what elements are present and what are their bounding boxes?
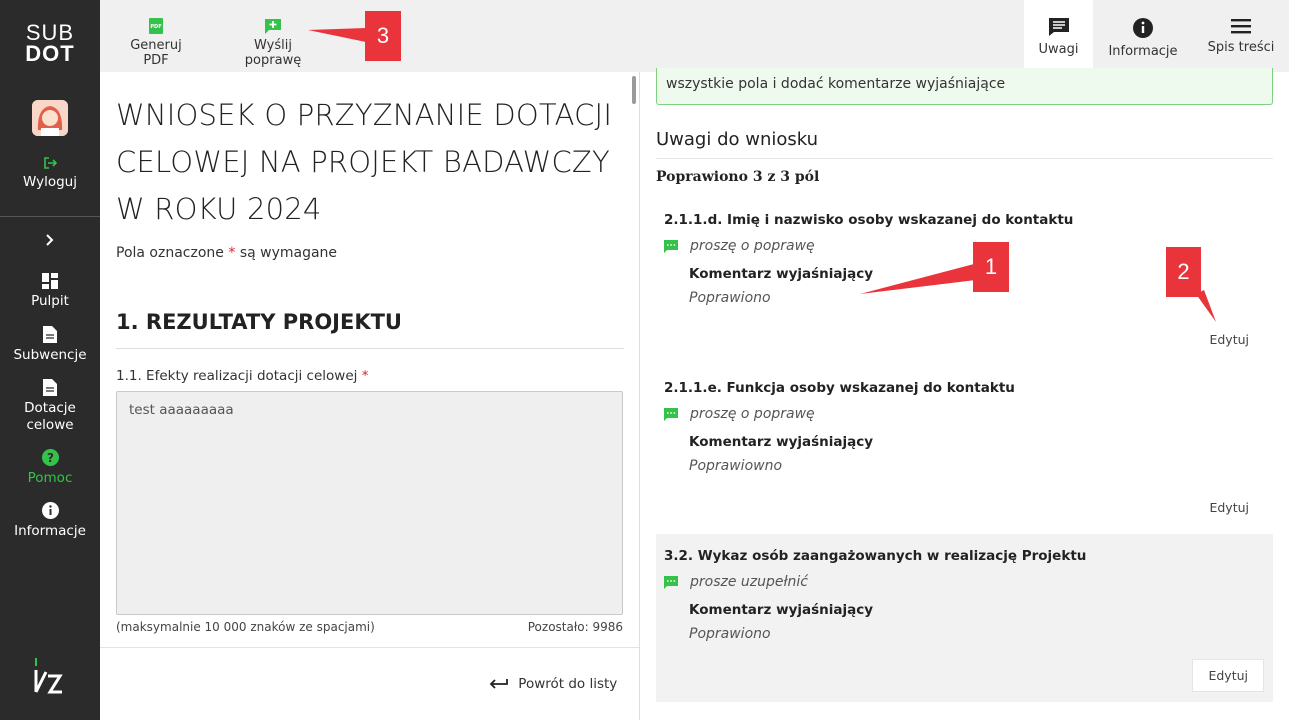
info-icon [1133, 18, 1153, 38]
page-title: WNIOSEK O PRZYZNANIE DOTACJI CELOWEJ NA … [116, 98, 613, 226]
document-pane: WNIOSEK O PRZYZNANIE DOTACJI CELOWEJ NA … [100, 72, 639, 720]
comment-value: Poprawiono [689, 626, 771, 642]
comment-label: Komentarz wyjaśniający [689, 434, 874, 450]
avatar-image [32, 100, 68, 136]
document-icon [43, 379, 57, 396]
back-to-list-link[interactable]: Powrót do listy [488, 676, 617, 692]
remark-status-text: proszę o poprawę [690, 238, 815, 254]
comment-value: Poprawiowno [689, 458, 783, 474]
sidebar-item-label: Informacje [14, 523, 86, 539]
logout-button[interactable]: Wyloguj [0, 156, 100, 191]
remark-status: proszę o poprawę [664, 238, 815, 254]
sidebar-item-pulpit[interactable]: Pulpit [0, 273, 100, 310]
comment-label: Komentarz wyjaśniający [689, 602, 874, 618]
remarks-pane: wszystkie pola i dodać komentarze wyjaśn… [640, 68, 1289, 720]
pdf-icon: PDF [149, 18, 163, 34]
edit-button[interactable]: Edytuj [1192, 659, 1264, 692]
sidebar-item-label: Subwencje [13, 347, 87, 363]
send-correction-button[interactable]: Wyślij poprawę [226, 18, 320, 68]
add-comment-icon [265, 19, 281, 34]
generate-pdf-button[interactable]: PDF Generuj PDF [116, 18, 196, 68]
dashboard-icon [42, 273, 58, 289]
remark-status: prosze uzupełnić [664, 574, 808, 590]
callout-2: 2 [1166, 247, 1201, 297]
tab-label: Spis treści [1207, 40, 1275, 55]
logo-line-1: SUB [25, 20, 75, 45]
footer-divider [100, 647, 639, 648]
required-note: Pola oznaczone * są wymagane [116, 245, 337, 261]
required-star: * [228, 245, 236, 261]
sidebar-item-subwencje[interactable]: Subwencje [0, 326, 100, 364]
sidebar-divider [0, 216, 100, 217]
info-alert: wszystkie pola i dodać komentarze wyjaśn… [656, 68, 1273, 105]
chat-icon [664, 407, 678, 421]
remark-field: 2.1.1.e. Funkcja osoby wskazanej do kont… [664, 380, 1015, 396]
sidebar-item-label: Dotacje celowe [24, 400, 76, 433]
char-remaining: Pozostało: 9986 [527, 620, 623, 634]
remarks-summary: Poprawiono 3 z 3 pól [656, 169, 820, 185]
tab-uwagi[interactable]: Uwagi [1024, 0, 1093, 72]
sidebar-item-pomoc[interactable]: ? Pomoc [0, 449, 100, 487]
help-icon: ? [41, 449, 59, 466]
edit-button[interactable]: Edytuj [1194, 324, 1264, 355]
sidebar-item-label: Pulpit [31, 293, 69, 309]
logout-label: Wyloguj [23, 174, 77, 190]
field-label-text: 1.1. Efekty realizacji dotacji celowej [116, 368, 358, 384]
avatar[interactable] [32, 100, 68, 136]
comment-label: Komentarz wyjaśniający [689, 266, 874, 282]
comment-value: Poprawiono [689, 290, 771, 306]
arrow-back-icon [489, 679, 508, 689]
brand-logo [34, 658, 63, 694]
tab-spis-tresci[interactable]: Spis treści [1203, 0, 1279, 72]
remark-status: proszę o poprawę [664, 406, 815, 422]
remark-status-text: prosze uzupełnić [690, 574, 808, 590]
section-title: 1. REZULTATY PROJEKTU [116, 310, 402, 334]
required-note-pre: Pola oznaczone [116, 245, 224, 261]
tab-label: Informacje [1108, 44, 1178, 59]
remark-field: 2.1.1.d. Imię i nazwisko osoby wskazanej… [664, 212, 1074, 228]
section-divider [116, 348, 624, 349]
char-limit-hint: (maksymalnie 10 000 znaków ze spacjami) [116, 620, 375, 634]
back-to-list-label: Powrót do listy [518, 676, 618, 692]
effects-textarea[interactable]: test aaaaaaaaa [116, 391, 623, 615]
chevron-right-icon [46, 234, 54, 246]
remarks-title: Uwagi do wniosku [656, 129, 819, 150]
send-correction-label: Wyślij poprawę [244, 38, 302, 68]
required-note-post: są wymagane [239, 245, 338, 261]
remark-field: 3.2. Wykaz osób zaangażowanych w realiza… [664, 548, 1087, 564]
sidebar: SUB DOT Wyloguj Pulpit Subwencje Dotacje… [0, 0, 100, 720]
toolbar: PDF Generuj PDF Wyślij poprawę Uwagi Inf… [100, 0, 1289, 72]
chat-icon [664, 575, 678, 589]
svg-text:PDF: PDF [150, 24, 161, 30]
scrollbar[interactable] [632, 76, 636, 104]
sidebar-item-dotacje-celowe[interactable]: Dotacje celowe [0, 379, 100, 434]
svg-text:?: ? [47, 451, 54, 465]
callout-1: 1 [973, 242, 1009, 292]
remarks-divider [656, 158, 1273, 159]
remark-status-text: proszę o poprawę [690, 406, 815, 422]
sidebar-expand-button[interactable] [0, 233, 100, 251]
callout-3: 3 [365, 11, 401, 61]
tab-informacje[interactable]: Informacje [1103, 0, 1183, 72]
required-star: * [361, 368, 369, 384]
logout-icon [44, 157, 57, 169]
field-label: 1.1. Efekty realizacji dotacji celowej * [116, 368, 368, 384]
edit-button[interactable]: Edytuj [1194, 492, 1264, 523]
info-icon [41, 502, 59, 519]
generate-pdf-label: Generuj PDF [130, 38, 182, 68]
remark-card: 2.1.1.e. Funkcja osoby wskazanej do kont… [656, 366, 1273, 526]
menu-icon [1231, 19, 1251, 34]
document-icon [43, 326, 57, 343]
tab-label: Uwagi [1038, 42, 1079, 57]
logo-line-2: DOT [25, 41, 75, 66]
sidebar-item-informacje[interactable]: Informacje [0, 502, 100, 540]
comment-icon [1048, 18, 1069, 36]
sidebar-item-label: Pomoc [27, 470, 73, 486]
chat-icon [664, 239, 678, 253]
remark-card: 3.2. Wykaz osób zaangażowanych w realiza… [656, 534, 1273, 702]
app-logo[interactable]: SUB DOT [0, 20, 100, 66]
